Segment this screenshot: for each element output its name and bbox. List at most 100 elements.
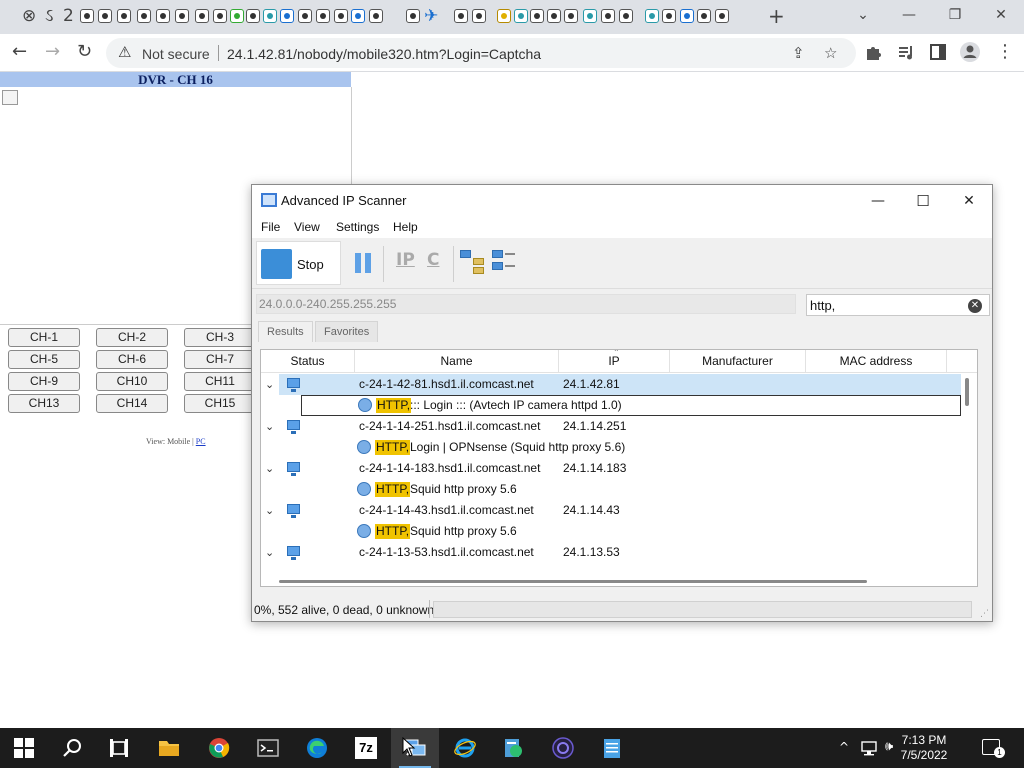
tab-favicon[interactable] — [351, 9, 365, 23]
tab-favicon[interactable] — [715, 9, 729, 23]
7zip-icon[interactable]: 7z — [355, 737, 377, 759]
tab-favicon[interactable] — [514, 9, 528, 23]
channel-button-ch15[interactable]: CH15 — [184, 394, 256, 413]
start-icon[interactable] — [14, 738, 34, 758]
profile-avatar-icon[interactable] — [959, 41, 981, 63]
host-row[interactable]: ⌄ c-24-1-14-183.hsd1.il.comcast.net 24.1… — [261, 458, 961, 479]
menu-settings[interactable]: Settings — [336, 220, 379, 234]
browser-menu-icon[interactable]: ⋮ — [996, 42, 1014, 62]
tab-favicon[interactable] — [530, 9, 544, 23]
collapse-chevron-icon[interactable]: ⌄ — [265, 374, 274, 395]
address-bar[interactable]: ⚠ Not secure 24.1.42.81/nobody/mobile320… — [106, 38, 856, 68]
service-row[interactable]: HTTP, Squid http proxy 5.6 — [261, 521, 961, 542]
tab-favicon[interactable] — [246, 9, 260, 23]
tab-results[interactable]: Results — [258, 321, 313, 342]
scanner-close-button[interactable]: ✕ — [946, 190, 992, 212]
task-view-icon[interactable] — [108, 737, 130, 759]
scanner-title-bar[interactable]: Advanced IP Scanner — ☐ ✕ — [252, 185, 992, 216]
host-row[interactable]: ⌄ c-24-1-14-43.hsd1.il.comcast.net 24.1.… — [261, 500, 961, 521]
channel-button-ch1[interactable]: CH-1 — [8, 328, 80, 347]
tab-favicon[interactable] — [697, 9, 711, 23]
service-row[interactable]: HTTP, Squid http proxy 5.6 — [261, 479, 961, 500]
tab-favicon[interactable] — [497, 9, 511, 23]
warning-icon[interactable]: ⚠ — [118, 43, 131, 61]
tab-favicon[interactable] — [406, 9, 420, 23]
tab-favicon[interactable] — [263, 9, 277, 23]
tab-favicon[interactable] — [230, 9, 244, 23]
share-icon[interactable]: ⇪ — [792, 44, 805, 62]
tab-favicon[interactable] — [195, 9, 209, 23]
network-icon[interactable] — [861, 740, 879, 756]
security-label[interactable]: Not secure — [142, 46, 210, 62]
tab-favicon[interactable] — [137, 9, 151, 23]
collapse-all-icon[interactable] — [492, 250, 518, 274]
tab-favicon[interactable] — [601, 9, 615, 23]
close-button[interactable]: ✕ — [978, 4, 1024, 26]
channel-button-ch2[interactable]: CH-2 — [96, 328, 168, 347]
host-row[interactable]: ⌄ c-24-1-13-53.hsd1.il.comcast.net 24.1.… — [261, 542, 961, 563]
view-pc-link[interactable]: PC — [196, 437, 206, 446]
system-clock[interactable]: 7:13 PM 7/5/2022 — [886, 733, 962, 763]
tab-favicon[interactable] — [547, 9, 561, 23]
collapse-chevron-icon[interactable]: ⌄ — [265, 542, 274, 563]
terminal-icon[interactable] — [257, 737, 279, 759]
clear-search-icon[interactable]: ✕ — [968, 299, 982, 313]
ip-range-input[interactable]: 24.0.0.0-240.255.255.255 — [256, 294, 796, 314]
tab-favicon[interactable] — [662, 9, 676, 23]
forward-button[interactable]: → — [45, 42, 60, 62]
tab-favicon[interactable] — [645, 9, 659, 23]
url-text[interactable]: 24.1.42.81/nobody/mobile320.htm?Login=Ca… — [227, 46, 541, 62]
tab-favicon[interactable] — [316, 9, 330, 23]
collapse-chevron-icon[interactable]: ⌄ — [265, 500, 274, 521]
tab-favicon[interactable] — [334, 9, 348, 23]
tab-favicon[interactable] — [680, 9, 694, 23]
internet-explorer-icon[interactable] — [454, 737, 476, 759]
network-app-icon[interactable] — [502, 737, 524, 759]
column-manufacturer[interactable]: Manufacturer — [670, 350, 806, 373]
ip-range-icon[interactable]: IP — [396, 250, 415, 270]
channel-button-ch3[interactable]: CH-3 — [184, 328, 256, 347]
host-row[interactable]: ⌄ c-24-1-42-81.hsd1.il.comcast.net 24.1.… — [265, 374, 961, 395]
puzzle-icon[interactable] — [865, 44, 882, 61]
class-c-subnet-icon[interactable]: C — [427, 250, 439, 270]
menu-file[interactable]: File — [261, 220, 280, 234]
tab-favicon[interactable] — [80, 9, 94, 23]
channel-button-ch5[interactable]: CH-5 — [8, 350, 80, 369]
tab-favicon[interactable] — [298, 9, 312, 23]
resize-grip-icon[interactable]: ⋰ — [980, 609, 989, 619]
horizontal-scroll-thumb[interactable] — [279, 580, 867, 583]
search-input[interactable]: http, — [806, 294, 990, 316]
expand-all-icon[interactable] — [460, 250, 486, 274]
tab-favicon[interactable] — [280, 9, 294, 23]
tab-favicon[interactable] — [156, 9, 170, 23]
channel-button-ch6[interactable]: CH-6 — [96, 350, 168, 369]
new-tab-button[interactable]: + — [768, 6, 785, 26]
service-row[interactable]: HTTP, ::: Login ::: (Avtech IP camera ht… — [301, 395, 961, 416]
channel-button-ch9[interactable]: CH-9 — [8, 372, 80, 391]
menu-view[interactable]: View — [294, 220, 320, 234]
channel-button-ch11[interactable]: CH11 — [184, 372, 256, 391]
restore-button[interactable]: ❐ — [932, 4, 978, 26]
tab-favicon[interactable] — [454, 9, 468, 23]
obs-icon[interactable] — [552, 737, 574, 759]
flight-icon[interactable]: ✈ — [424, 7, 438, 25]
service-row[interactable]: HTTP, Login | OPNsense (Squid http proxy… — [261, 437, 961, 458]
collapse-chevron-icon[interactable]: ⌄ — [265, 416, 274, 437]
tab-favicon[interactable] — [564, 9, 578, 23]
tab-favicon-glyph[interactable]: ઽ — [45, 7, 53, 25]
tab-favicon[interactable] — [117, 9, 131, 23]
horizontal-scrollbar[interactable] — [261, 574, 977, 586]
minimize-button[interactable]: — — [886, 4, 932, 26]
side-panel-icon[interactable] — [930, 44, 946, 60]
tab-favicon[interactable] — [583, 9, 597, 23]
scanner-minimize-button[interactable]: — — [855, 190, 901, 212]
search-icon[interactable] — [62, 737, 84, 759]
channel-button-ch14[interactable]: CH14 — [96, 394, 168, 413]
tab-favicon-glyph[interactable]: 2 — [63, 7, 74, 25]
host-row[interactable]: ⌄ c-24-1-14-251.hsd1.il.comcast.net 24.1… — [261, 416, 961, 437]
file-explorer-icon[interactable] — [158, 737, 180, 759]
notepad-icon[interactable] — [601, 737, 623, 759]
tab-favicon[interactable] — [369, 9, 383, 23]
tab-favorites[interactable]: Favorites — [315, 321, 379, 342]
tab-favicon[interactable] — [175, 9, 189, 23]
